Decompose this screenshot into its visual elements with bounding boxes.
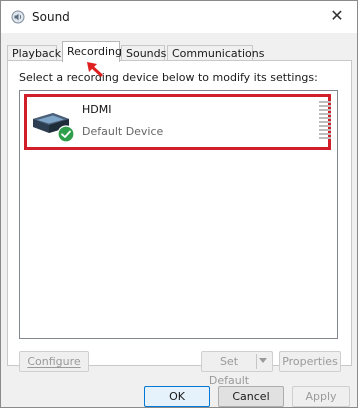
device-item-hdmi[interactable]: HDMI Default Device <box>24 94 331 150</box>
tab-sounds[interactable]: Sounds <box>121 45 166 61</box>
title-bar: Sound ✕ <box>1 1 357 33</box>
chevron-down-icon[interactable] <box>259 358 267 363</box>
split-divider <box>256 354 257 369</box>
cancel-button[interactable]: Cancel <box>218 386 284 407</box>
window-title: Sound <box>32 10 70 24</box>
tab-communications[interactable]: Communications <box>167 45 264 61</box>
tab-recording[interactable]: Recording <box>62 41 122 62</box>
set-default-button[interactable]: Set Default <box>201 351 273 387</box>
properties-button[interactable]: Properties <box>279 351 341 372</box>
check-icon <box>57 125 75 143</box>
apply-button[interactable]: Apply <box>292 386 350 407</box>
close-button[interactable]: ✕ <box>317 1 357 33</box>
device-name: HDMI <box>82 103 112 116</box>
instruction-text: Select a recording device below to modif… <box>19 71 318 84</box>
tab-strip: Playback Recording Sounds Communications <box>7 41 353 62</box>
configure-label: Configure <box>27 355 81 368</box>
annotation-arrow-icon <box>87 62 103 77</box>
sound-dialog: Sound ✕ Playback Recording Sounds Commun… <box>0 0 358 408</box>
level-meter <box>319 101 331 143</box>
ok-button[interactable]: OK <box>144 386 210 407</box>
tab-playback[interactable]: Playback <box>7 45 61 61</box>
device-list[interactable]: HDMI Default Device <box>19 90 338 339</box>
set-default-label: Set Default <box>208 355 250 387</box>
device-status: Default Device <box>82 125 164 138</box>
speaker-icon <box>11 10 25 24</box>
configure-button[interactable]: Configure <box>19 351 89 372</box>
